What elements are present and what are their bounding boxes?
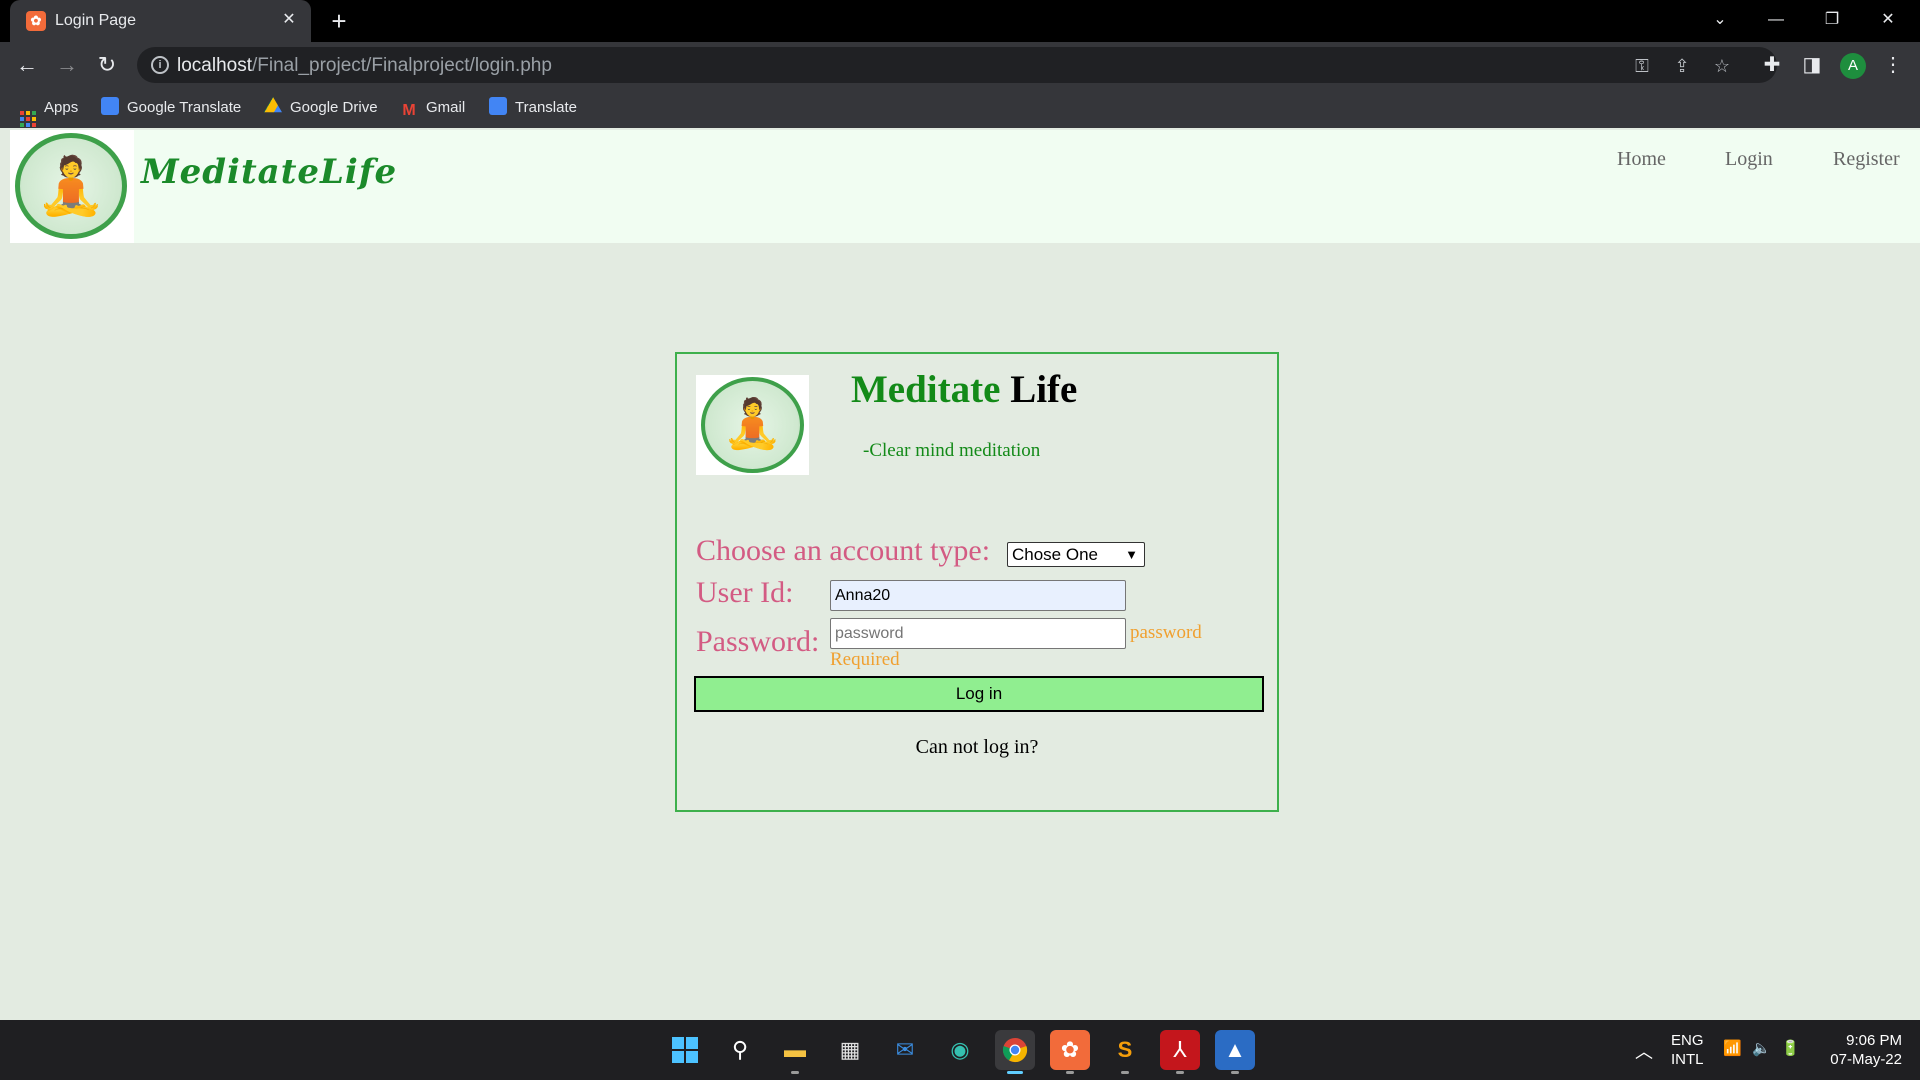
account-type-label: Choose an account type: bbox=[696, 534, 991, 567]
bookmark-google-drive[interactable]: Google Drive bbox=[264, 96, 378, 120]
url-text[interactable]: localhost/Final_project/Finalproject/log… bbox=[177, 55, 552, 77]
language-code: ENG bbox=[1671, 1032, 1704, 1049]
share-icon[interactable]: ⇪ bbox=[1669, 53, 1695, 79]
card-title-life: Life bbox=[1010, 368, 1078, 411]
edge-icon[interactable]: ◉ bbox=[940, 1030, 980, 1070]
browser-tab[interactable]: ✿ Login Page ✕ bbox=[10, 0, 311, 42]
account-type-selected-value: Chose One bbox=[1012, 545, 1098, 564]
back-icon[interactable]: ← bbox=[11, 49, 43, 81]
userid-label: User Id: bbox=[696, 576, 794, 609]
lotus-pose-figure-icon: 🧘 bbox=[36, 154, 106, 217]
clock-time: 9:06 PM bbox=[1846, 1032, 1902, 1049]
site-info-icon[interactable]: i bbox=[151, 56, 169, 74]
account-type-select[interactable]: Chose One ▼ bbox=[1007, 542, 1145, 567]
restore-icon[interactable]: ❐ bbox=[1804, 0, 1860, 40]
profile-avatar[interactable]: A bbox=[1840, 53, 1866, 79]
microsoft-store-icon[interactable]: ▦ bbox=[830, 1030, 870, 1070]
site-header: 🧘 MeditateLife Home Login Register bbox=[10, 130, 1920, 243]
bookmark-label: Apps bbox=[44, 99, 79, 116]
card-title: Meditate Life bbox=[851, 367, 1077, 412]
browser-toolbar: ← → ↻ i localhost/Final_project/Finalpro… bbox=[0, 42, 1920, 88]
bookmark-label: Google Drive bbox=[290, 99, 378, 116]
bookmark-gmail[interactable]: M Gmail bbox=[400, 96, 465, 120]
nav-login-link[interactable]: Login bbox=[1725, 148, 1773, 171]
site-logo[interactable]: 🧘 bbox=[10, 130, 134, 243]
chrome-icon[interactable] bbox=[995, 1030, 1035, 1074]
tab-close-icon[interactable]: ✕ bbox=[277, 8, 301, 32]
password-input[interactable]: password bbox=[830, 618, 1126, 649]
url-path: /Final_project/Finalproject/login.php bbox=[252, 55, 552, 76]
forward-icon[interactable]: → bbox=[51, 49, 83, 81]
battery-icon[interactable]: 🔋 bbox=[1781, 1039, 1800, 1057]
userid-input[interactable]: Anna20 bbox=[830, 580, 1126, 611]
mail-icon[interactable]: ✉ bbox=[885, 1030, 925, 1070]
acrobat-icon[interactable]: ⅄ bbox=[1160, 1030, 1200, 1074]
tab-search-icon[interactable]: ⌄ bbox=[1692, 0, 1748, 40]
file-explorer-icon[interactable]: ▬ bbox=[775, 1030, 815, 1074]
meditation-logo-icon: 🧘 bbox=[15, 133, 127, 239]
bookmark-label: Google Translate bbox=[127, 99, 242, 116]
bookmark-translate[interactable]: Translate bbox=[489, 96, 577, 120]
login-button[interactable]: Log in bbox=[694, 676, 1264, 712]
bookmark-google-translate[interactable]: Google Translate bbox=[101, 96, 241, 120]
login-card: 🧘 Meditate Life -Clear mind meditation C… bbox=[675, 352, 1279, 812]
running-indicator bbox=[1121, 1071, 1129, 1074]
search-icon[interactable]: ⚲ bbox=[720, 1030, 760, 1070]
running-indicator bbox=[1066, 1071, 1074, 1074]
tab-title: Login Page bbox=[55, 12, 136, 29]
show-hidden-icons-icon[interactable]: ︿ bbox=[1635, 1038, 1653, 1064]
password-label: Password: bbox=[696, 625, 820, 658]
running-indicator bbox=[791, 1071, 799, 1074]
photos-icon[interactable]: ▲ bbox=[1215, 1030, 1255, 1074]
meditation-logo-icon: 🧘 bbox=[701, 377, 804, 473]
nav-register-link[interactable]: Register bbox=[1833, 148, 1900, 171]
cant-login-link[interactable]: Can not log in? bbox=[677, 736, 1277, 759]
translate-icon bbox=[489, 97, 507, 115]
card-title-meditate: Meditate bbox=[851, 368, 1001, 411]
minimize-icon[interactable]: — bbox=[1748, 0, 1804, 40]
browser-tabbar: ✿ Login Page ✕ + ⌄ — ❐ ✕ bbox=[0, 0, 1920, 42]
url-host: localhost bbox=[177, 55, 252, 76]
running-indicator bbox=[1176, 1071, 1184, 1074]
reload-icon[interactable]: ↻ bbox=[91, 49, 123, 81]
gmail-icon: M bbox=[402, 102, 416, 119]
xampp-icon[interactable]: ✿ bbox=[1050, 1030, 1090, 1074]
running-indicator bbox=[1231, 1071, 1239, 1074]
apps-grid-icon bbox=[20, 111, 36, 127]
address-bar[interactable]: i localhost/Final_project/Finalproject/l… bbox=[137, 47, 1777, 83]
bookmark-label: Gmail bbox=[426, 99, 466, 116]
close-window-icon[interactable]: ✕ bbox=[1860, 0, 1916, 40]
start-icon[interactable] bbox=[665, 1030, 705, 1070]
password-required-text: Required bbox=[830, 649, 900, 670]
clock-date: 07-May-22 bbox=[1830, 1051, 1902, 1068]
menu-icon[interactable]: ⋮ bbox=[1878, 50, 1908, 80]
bookmark-label: Translate bbox=[515, 99, 577, 116]
bookmark-apps[interactable]: Apps bbox=[20, 96, 79, 127]
side-panel-icon[interactable]: ◨ bbox=[1797, 50, 1827, 80]
windows-taskbar: ⚲ ▬ ▦ ✉ ◉ ✿ S ⅄ ▲ ︿ ENG INTL 📶 🔈 🔋 9:06 … bbox=[0, 1020, 1920, 1080]
bookmark-star-icon[interactable]: ☆ bbox=[1709, 53, 1735, 79]
key-icon[interactable]: ⚿ bbox=[1629, 53, 1655, 79]
google-drive-icon bbox=[264, 97, 282, 113]
password-error-text: password bbox=[1130, 622, 1202, 643]
language-indicator[interactable]: ENG INTL bbox=[1671, 1031, 1704, 1069]
brand-name: MeditateLife bbox=[141, 152, 398, 192]
wifi-icon[interactable]: 📶 bbox=[1723, 1039, 1742, 1057]
card-logo: 🧘 bbox=[696, 375, 809, 475]
nav-home-link[interactable]: Home bbox=[1617, 148, 1666, 171]
volume-icon[interactable]: 🔈 bbox=[1752, 1039, 1771, 1057]
sublime-text-icon[interactable]: S bbox=[1105, 1030, 1145, 1074]
extensions-icon[interactable]: ✚ bbox=[1757, 50, 1787, 80]
chevron-down-icon: ▼ bbox=[1125, 547, 1138, 562]
google-translate-icon bbox=[101, 97, 119, 115]
card-tagline: -Clear mind meditation bbox=[863, 440, 1041, 461]
running-indicator bbox=[1007, 1071, 1023, 1074]
lotus-pose-figure-icon: 🧘 bbox=[722, 398, 783, 451]
new-tab-button[interactable]: + bbox=[324, 6, 354, 36]
xampp-favicon-icon: ✿ bbox=[26, 11, 46, 31]
keyboard-layout: INTL bbox=[1671, 1051, 1704, 1068]
bookmarks-bar: Apps Google Translate Google Drive M Gmai… bbox=[0, 88, 1920, 128]
clock[interactable]: 9:06 PM 07-May-22 bbox=[1820, 1031, 1902, 1069]
